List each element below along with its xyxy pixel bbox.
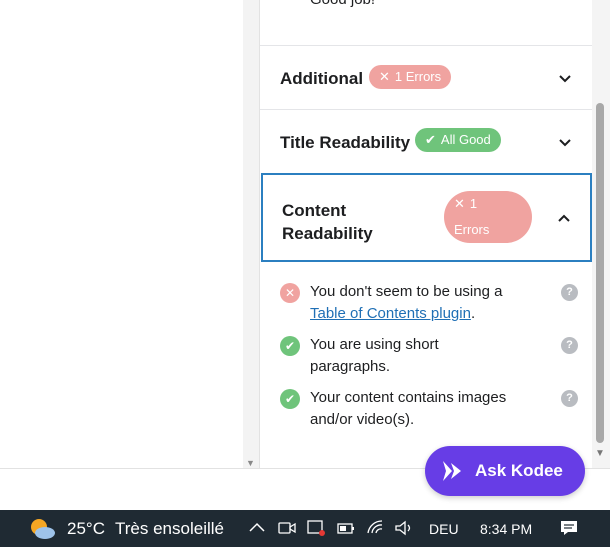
section-title-readability[interactable]: Title Readability ✔ All Good [260,110,592,173]
battery-icon[interactable] [336,519,356,537]
content-readability-checks: ✕ You don't seem to be using a Table of … [280,281,580,440]
check-text: You don't seem to be using a [310,283,503,300]
camera-icon[interactable] [277,519,297,537]
help-icon[interactable]: ? [561,390,578,407]
chevron-down-icon[interactable] [557,135,573,151]
wifi-icon[interactable] [366,519,386,537]
section-title: Content Readability [282,201,373,243]
chevron-up-icon[interactable] [556,210,572,226]
check-icon: ✔ [280,336,300,356]
ok-badge: ✔ All Good [415,128,501,152]
volume-icon[interactable] [394,519,414,537]
section-title: Additional [280,69,364,88]
help-icon[interactable]: ? [561,337,578,354]
scroll-down-arrow-icon[interactable]: ▼ [595,448,605,459]
toc-plugin-link[interactable]: Table of Contents plugin [310,305,471,322]
clock[interactable]: 8:34 PM [480,521,532,537]
weather-condition[interactable]: Très ensoleillé [115,519,224,539]
error-badge: ✕ 1 Errors [369,65,452,89]
help-icon[interactable]: ? [561,284,578,301]
weather-temperature[interactable]: 25°C [67,519,105,539]
scrollbar-thumb[interactable] [596,103,604,443]
language-indicator[interactable]: DEU [429,521,459,537]
notification-icon[interactable] [559,519,579,537]
error-icon: ✕ [280,283,300,303]
check-item: ✔ You are using short paragraphs. ? [280,334,580,378]
section-additional[interactable]: Additional ✕ 1 Errors [260,46,592,109]
error-badge: ✕ 1 Errors [444,191,532,243]
partial-check-text: Good job! [310,0,375,8]
panel-scrollbar[interactable]: ▼ [592,0,610,468]
check-item: ✕ You don't seem to be using a Table of … [280,281,580,325]
section-content-readability[interactable]: Content Readability ✕ 1 Errors [261,173,592,262]
taskbar: 25°C Très ensoleillé DEU 8:34 PM [0,510,610,547]
chevron-up-icon[interactable] [247,519,267,537]
section-title: Title Readability [280,133,411,152]
scroll-down-arrow-icon[interactable]: ▼ [246,458,255,468]
sparkle-icon [443,461,461,481]
check-text: Your content contains images and/or vide… [310,389,507,428]
screen-record-icon[interactable] [306,519,326,537]
check-text: You are using short paragraphs. [310,336,439,375]
ask-kodee-button[interactable]: Ask Kodee [425,446,585,496]
check-item: ✔ Your content contains images and/or vi… [280,387,580,431]
ask-kodee-label: Ask Kodee [475,461,563,480]
check-icon: ✔ [280,389,300,409]
weather-sun-cloud-icon[interactable] [28,517,56,541]
editor-canvas[interactable] [0,0,243,468]
editor-scrollbar[interactable]: ▼ [243,0,259,468]
seo-analysis-panel: Good job! Additional ✕1 Errors Title Rea… [259,0,592,468]
chevron-down-icon[interactable] [557,71,573,87]
